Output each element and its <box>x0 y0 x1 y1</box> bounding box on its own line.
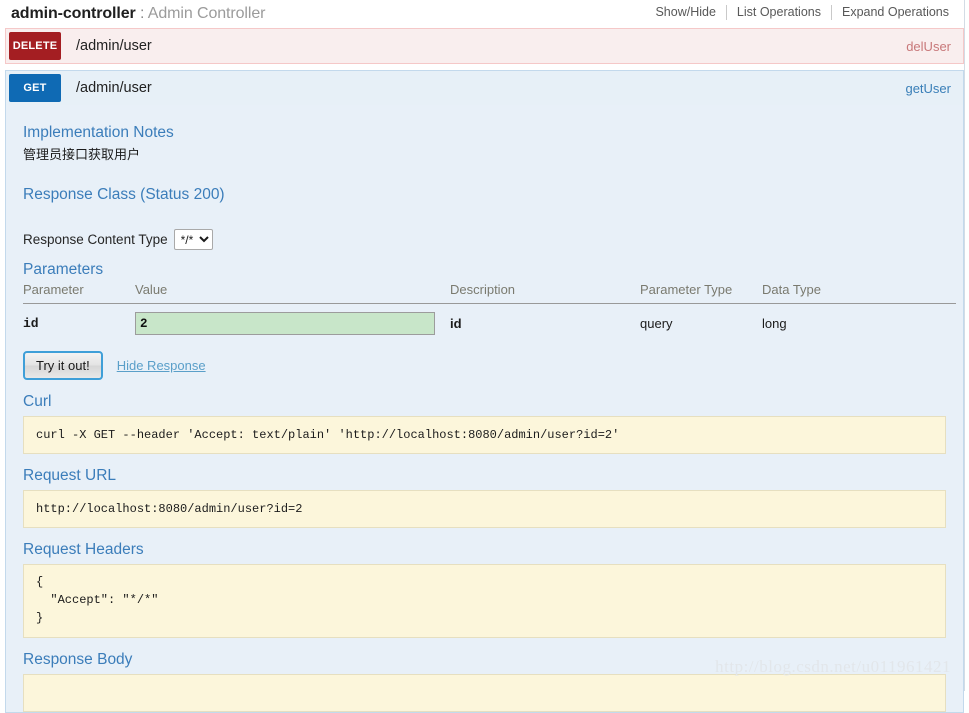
param-data-type-cell: long <box>762 316 787 331</box>
table-header-row: Parameter Value Description Parameter Ty… <box>23 282 956 304</box>
try-it-out-button[interactable]: Try it out! <box>23 351 103 380</box>
column-header-data-type: Data Type <box>762 282 956 304</box>
curl-code-block: curl -X GET --header 'Accept: text/plain… <box>23 416 946 454</box>
table-row: id id query long <box>23 304 956 344</box>
curl-heading: Curl <box>23 393 52 410</box>
title-separator: : <box>135 5 148 22</box>
hide-response-link[interactable]: Hide Response <box>117 358 206 373</box>
request-url-heading: Request URL <box>23 467 117 484</box>
resource-header: admin-controller : Admin Controller Show… <box>0 0 969 28</box>
operation-nickname-deluser[interactable]: delUser <box>906 39 951 54</box>
param-name-cell: id <box>23 316 39 331</box>
param-description-cell: id <box>450 316 462 331</box>
operation-header[interactable]: DELETE /admin/user delUser <box>6 29 963 63</box>
resource-options: Show/Hide List Operations Expand Operati… <box>645 3 959 21</box>
column-header-parameter-type: Parameter Type <box>640 282 762 304</box>
response-class-heading: Response Class (Status 200) <box>23 186 225 203</box>
response-content-type-label: Response Content Type <box>23 232 168 247</box>
operation-path: /admin/user <box>76 80 152 96</box>
operation-nickname-getuser[interactable]: getUser <box>905 81 951 96</box>
show-hide-link[interactable]: Show/Hide <box>645 3 725 21</box>
response-body-code-block <box>23 674 946 712</box>
operation-get-admin-user[interactable]: GET /admin/user getUser Implementation N… <box>5 70 964 713</box>
column-header-parameter: Parameter <box>23 282 135 304</box>
resource-description: Admin Controller <box>147 5 266 22</box>
request-headers-code-block: { "Accept": "*/*" } <box>23 564 946 638</box>
expand-operations-link[interactable]: Expand Operations <box>832 3 959 21</box>
resource-name: admin-controller <box>11 5 136 22</box>
response-content-type-row: Response Content Type */* <box>23 229 951 250</box>
scrollbar-gutter[interactable] <box>964 0 969 691</box>
http-method-badge: GET <box>9 74 61 102</box>
list-operations-link[interactable]: List Operations <box>727 3 831 21</box>
page-title: admin-controller : Admin Controller <box>11 5 265 23</box>
request-headers-heading: Request Headers <box>23 541 144 558</box>
http-method-badge: DELETE <box>9 32 61 60</box>
parameters-table: Parameter Value Description Parameter Ty… <box>23 282 956 343</box>
submit-row: Try it out! Hide Response <box>23 351 951 380</box>
operation-delete-admin-user[interactable]: DELETE /admin/user delUser <box>5 28 964 64</box>
column-header-value: Value <box>135 282 450 304</box>
implementation-notes-text: 管理员接口获取用户 <box>23 147 141 162</box>
parameters-heading: Parameters <box>23 261 104 278</box>
response-content-type-select[interactable]: */* <box>173 229 213 250</box>
operation-path: /admin/user <box>76 38 152 54</box>
param-value-cell <box>135 304 450 344</box>
response-body-heading: Response Body <box>23 651 133 668</box>
param-type-cell: query <box>640 316 673 331</box>
operation-header[interactable]: GET /admin/user getUser <box>6 71 963 105</box>
param-value-input[interactable] <box>135 312 435 335</box>
implementation-notes-heading: Implementation Notes <box>23 124 174 141</box>
request-url-code-block: http://localhost:8080/admin/user?id=2 <box>23 490 946 528</box>
operation-detail-panel: Implementation Notes 管理员接口获取用户 Response … <box>6 105 963 712</box>
column-header-description: Description <box>450 282 640 304</box>
